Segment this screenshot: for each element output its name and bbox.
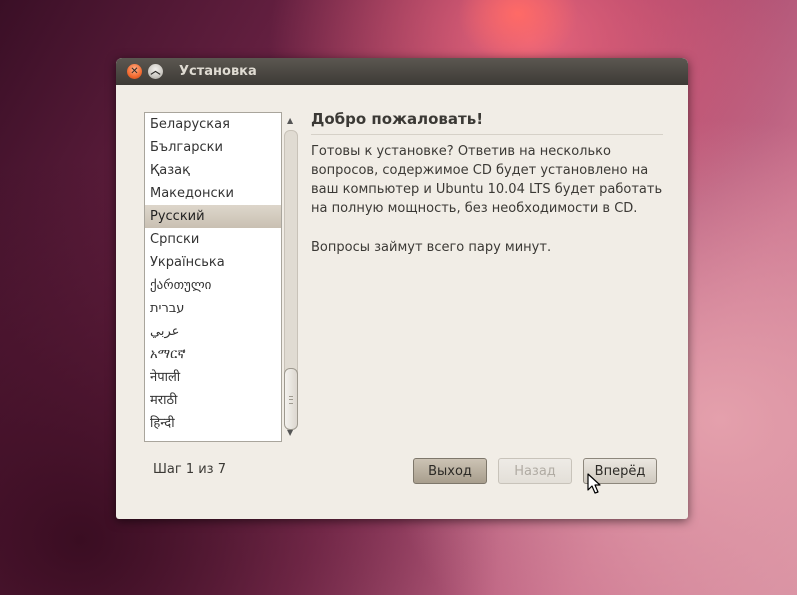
language-item[interactable]: Македонски bbox=[145, 182, 281, 205]
close-icon[interactable]: ✕ bbox=[127, 64, 142, 79]
language-item[interactable]: عربي bbox=[145, 320, 281, 343]
step-indicator: Шаг 1 из 7 bbox=[153, 462, 226, 477]
heading-divider bbox=[311, 134, 663, 135]
language-item[interactable]: Українська bbox=[145, 251, 281, 274]
minimize-icon[interactable]: ︿ bbox=[148, 64, 163, 79]
window-title: Установка bbox=[179, 64, 257, 79]
language-item[interactable]: አማርኛ bbox=[145, 343, 281, 366]
language-item[interactable]: Српски bbox=[145, 228, 281, 251]
language-item[interactable]: Български bbox=[145, 136, 281, 159]
grip-icon bbox=[289, 396, 293, 404]
scroll-thumb[interactable] bbox=[284, 368, 298, 430]
language-item[interactable]: עברית bbox=[145, 297, 281, 320]
arrow-up-icon[interactable]: ▲ bbox=[287, 116, 293, 125]
back-button[interactable]: Назад bbox=[498, 458, 572, 484]
language-item[interactable]: हिन्दी bbox=[145, 412, 281, 435]
welcome-text: Готовы к установке? Ответив на несколько… bbox=[311, 144, 663, 216]
language-list-scrollbar[interactable]: ▲ ▼ bbox=[282, 112, 300, 442]
language-item[interactable]: नेपाली bbox=[145, 366, 281, 389]
quit-button[interactable]: Выход bbox=[413, 458, 487, 484]
language-item[interactable]: Русский bbox=[145, 205, 281, 228]
title-bar[interactable]: ✕ ︿ Установка bbox=[116, 58, 688, 85]
installer-window: ✕ ︿ Установка Беларуская Български Қазақ Ма… bbox=[116, 58, 688, 519]
mouse-pointer-icon bbox=[587, 473, 601, 494]
language-item[interactable]: ქართული bbox=[145, 274, 281, 297]
arrow-down-icon[interactable]: ▼ bbox=[287, 428, 293, 437]
language-item[interactable]: Беларуская bbox=[145, 113, 281, 136]
duration-text: Вопросы займут всего пару минут. bbox=[311, 240, 552, 255]
language-list[interactable]: Беларуская Български Қазақ Македонски Русски… bbox=[144, 112, 282, 442]
language-item[interactable]: मराठी bbox=[145, 389, 281, 412]
page-title: Добро пожаловать! bbox=[311, 110, 484, 128]
language-item[interactable]: Қазақ bbox=[145, 159, 281, 182]
